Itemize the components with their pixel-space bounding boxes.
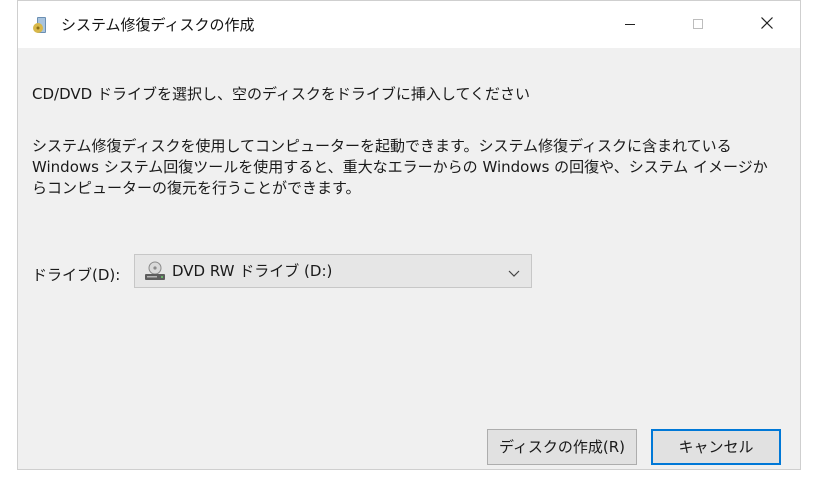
description-line: Windows システム回復ツールを使用すると、重大なエラーからの Window… <box>32 158 768 176</box>
maximize-icon <box>692 15 704 34</box>
dvd-drive-icon <box>144 261 166 281</box>
description-text: システム修復ディスクを使用してコンピューターを起動できます。システム修復ディスク… <box>32 136 792 199</box>
minimize-button[interactable] <box>607 1 653 48</box>
window-title: システム修復ディスクの作成 <box>61 16 255 34</box>
cancel-button[interactable]: キャンセル <box>651 429 781 465</box>
description-line: らコンピューターの復元を行うことができます。 <box>32 179 361 197</box>
drive-selected-value: DVD RW ドライブ (D:) <box>172 262 333 280</box>
instruction-text: CD/DVD ドライブを選択し、空のディスクをドライブに挿入してください <box>32 85 530 103</box>
create-disc-button[interactable]: ディスクの作成(R) <box>487 429 637 465</box>
drive-label: ドライブ(D): <box>32 266 121 284</box>
system-repair-disc-dialog: システム修復ディスクの作成 CD/DVD ドライブを選択し、空のディスクをドライ… <box>17 0 801 470</box>
dialog-content: CD/DVD ドライブを選択し、空のディスクをドライブに挿入してください システ… <box>18 48 800 469</box>
close-button[interactable] <box>744 1 790 48</box>
disc-icon <box>33 16 51 34</box>
maximize-button[interactable] <box>675 1 721 48</box>
minimize-icon <box>624 15 636 34</box>
chevron-down-icon <box>507 265 521 277</box>
description-line: システム修復ディスクを使用してコンピューターを起動できます。システム修復ディスク… <box>32 137 732 155</box>
close-icon <box>760 15 774 34</box>
drive-select[interactable]: DVD RW ドライブ (D:) <box>134 254 532 288</box>
title-bar[interactable]: システム修復ディスクの作成 <box>18 1 800 48</box>
